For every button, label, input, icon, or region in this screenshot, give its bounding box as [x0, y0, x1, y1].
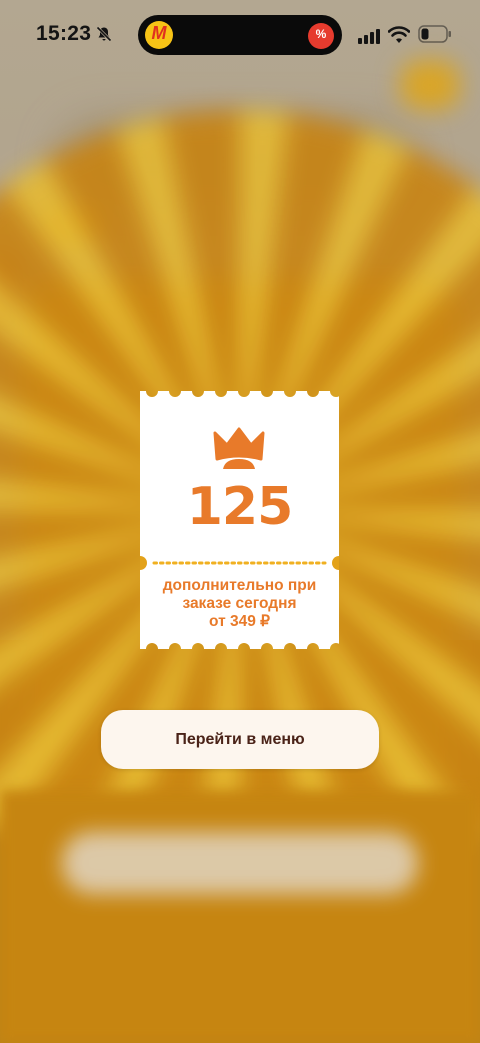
discount-icon[interactable]: %	[308, 23, 334, 49]
cellular-signal-icon	[358, 29, 380, 44]
crown-icon	[213, 427, 265, 469]
status-time: 15:23	[36, 22, 92, 45]
bell-muted-icon	[96, 26, 112, 42]
ticket-description-line1: дополнительно при	[162, 577, 317, 594]
yandex-market-icon[interactable]: M	[145, 21, 173, 49]
go-to-menu-button[interactable]: Перейти в меню	[101, 710, 379, 769]
points-amount: 125	[186, 477, 294, 537]
reward-ticket: 125 дополнительно при заказе сегодня от …	[140, 391, 339, 649]
ticket-description: дополнительно при заказе сегодня от 349 …	[148, 577, 331, 631]
battery-low-icon	[418, 25, 451, 43]
wifi-icon	[388, 26, 410, 43]
ticket-description-line2: заказе сегодня	[182, 595, 297, 612]
ticket-description-line3: от 349 ₽	[208, 613, 270, 630]
status-bar: 15:23 M %	[0, 0, 480, 70]
yandex-market-glyph: M	[151, 23, 167, 43]
discount-glyph: %	[315, 27, 327, 41]
